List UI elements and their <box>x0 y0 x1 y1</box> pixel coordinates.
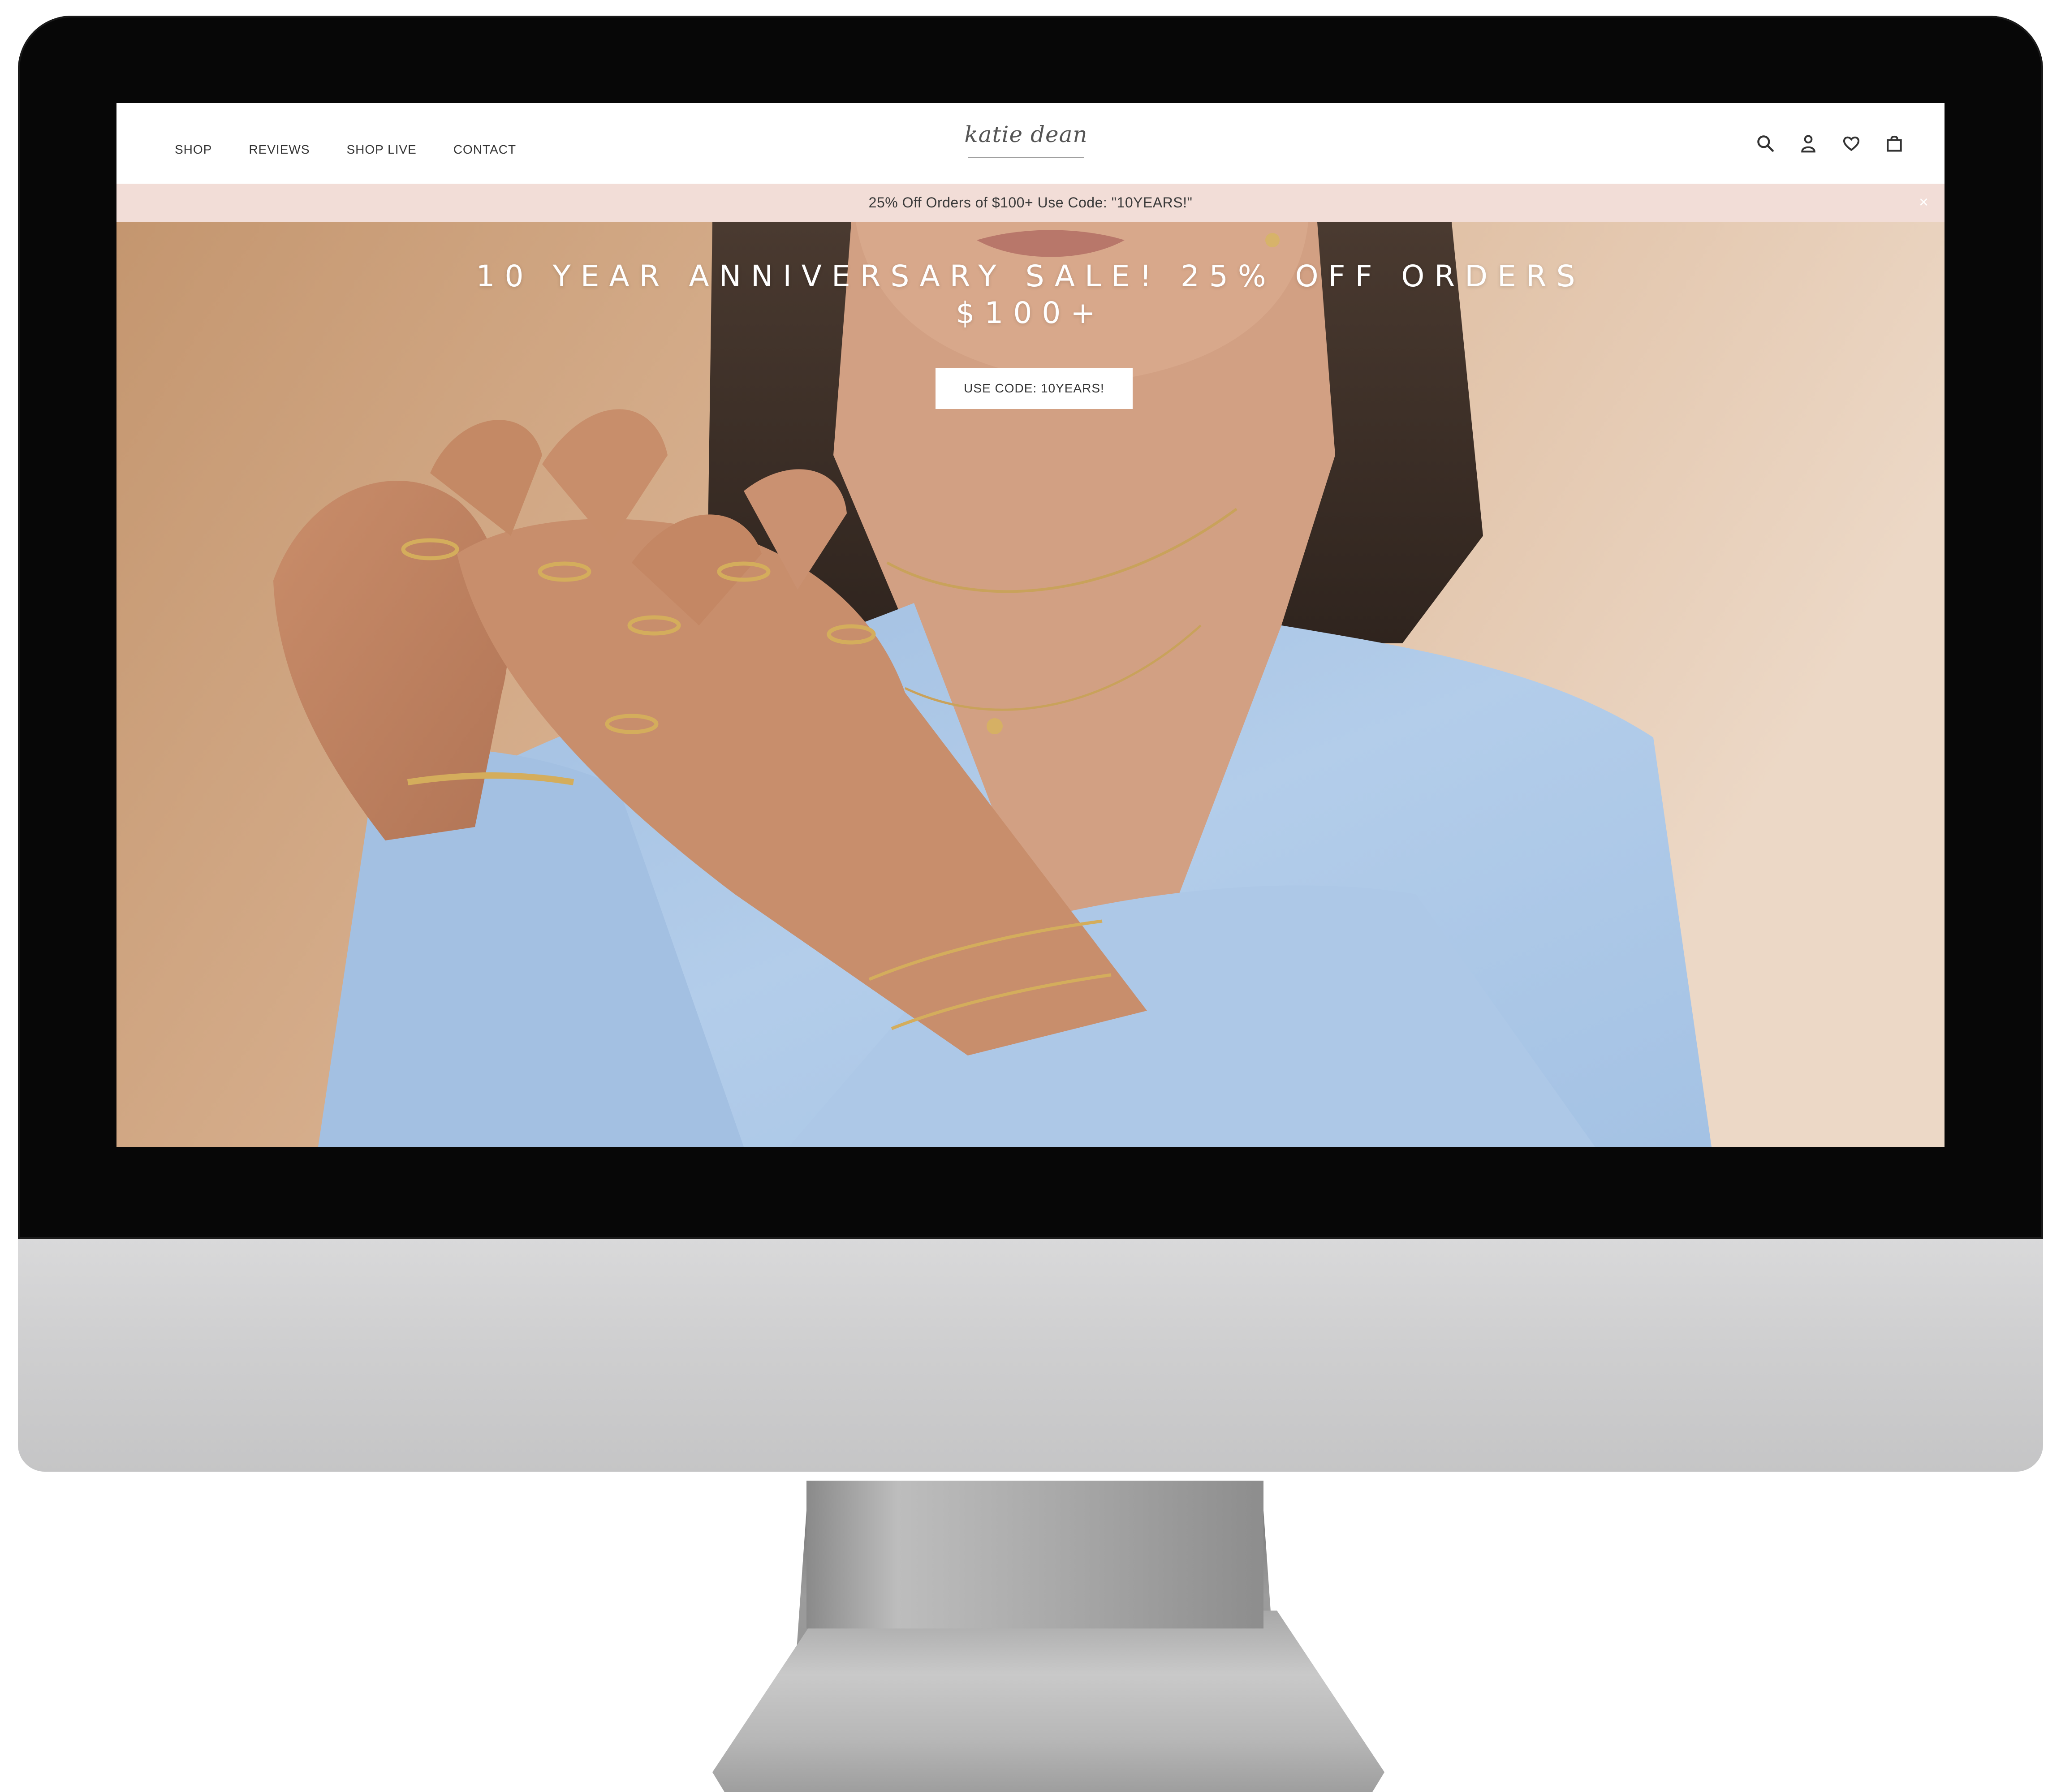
monitor-stand-foot <box>712 1611 1384 1792</box>
search-icon[interactable] <box>1755 134 1775 153</box>
monitor-stand-neck <box>806 1481 1263 1628</box>
wishlist-heart-icon[interactable] <box>1841 134 1861 153</box>
hero-banner: 10 YEAR ANNIVERSARY SALE! 25% OFF ORDERS… <box>116 222 1945 1147</box>
nav-reviews[interactable]: REVIEWS <box>249 142 310 157</box>
promo-announcement-bar: 25% Off Orders of $100+ Use Code: "10YEA… <box>116 184 1945 222</box>
brand-logo[interactable]: katie dean <box>963 121 1089 170</box>
site-header: SHOP REVIEWS SHOP LIVE CONTACT katie dea… <box>116 103 1945 184</box>
hero-photo <box>116 222 1945 1147</box>
cart-bag-icon[interactable] <box>1884 134 1904 153</box>
use-code-button[interactable]: USE CODE: 10YEARS! <box>936 368 1133 409</box>
logo-wordmark: katie dean <box>964 121 1088 147</box>
nav-contact[interactable]: CONTACT <box>453 142 516 157</box>
nav-shop-live[interactable]: SHOP LIVE <box>347 142 417 157</box>
website-screen: SHOP REVIEWS SHOP LIVE CONTACT katie dea… <box>116 103 1945 1147</box>
monitor-chin <box>18 1239 2043 1472</box>
hero-headline: 10 YEAR ANNIVERSARY SALE! 25% OFF ORDERS… <box>476 259 1585 330</box>
header-icons <box>1755 134 1904 153</box>
logo-divider <box>968 157 1084 158</box>
promo-text: 25% Off Orders of $100+ Use Code: "10YEA… <box>868 194 1193 211</box>
account-icon[interactable] <box>1798 134 1818 153</box>
main-nav: SHOP REVIEWS SHOP LIVE CONTACT <box>175 142 516 157</box>
close-icon[interactable]: × <box>1919 193 1928 211</box>
nav-shop[interactable]: SHOP <box>175 142 212 157</box>
